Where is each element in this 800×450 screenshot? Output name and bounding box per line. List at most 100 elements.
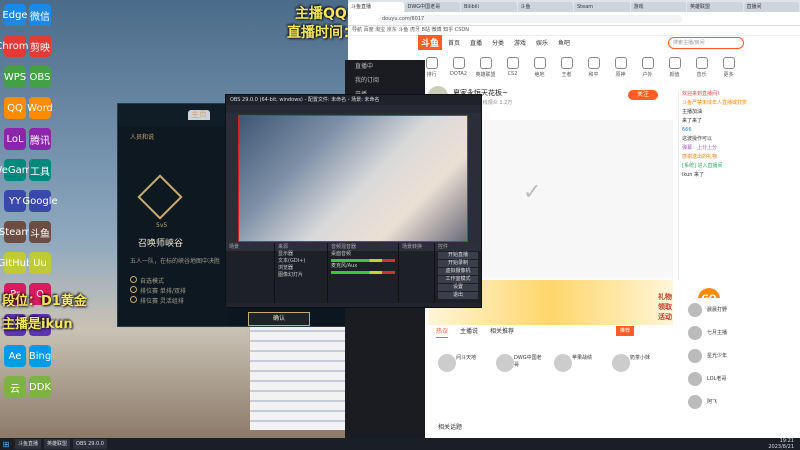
obs-source-item[interactable]: 图像幻灯片 [275, 272, 327, 279]
desktop-icon-13[interactable]: 微信 [29, 4, 51, 26]
nav-category[interactable]: 分类 [492, 38, 504, 47]
recommend-list: 晨晨打野 七月主播 星光少年 LOL老哥 阿飞 [678, 298, 800, 438]
category-item[interactable]: 更多 [715, 55, 742, 80]
browser-tab[interactable]: 斗鱼 [517, 2, 573, 12]
obs-window[interactable]: OBS 29.0.0 (64-bit, windows) - 配置文件: 未命名… [225, 94, 482, 308]
desktop-icon-2[interactable]: WPS [4, 66, 26, 88]
browser-tab[interactable]: Bilibili [461, 2, 517, 12]
desktop-icon-12[interactable]: 云 [4, 376, 26, 398]
desktop-icon-16[interactable]: Word [27, 97, 53, 119]
radio-icon [130, 276, 137, 283]
nav-fishbar[interactable]: 鱼吧 [558, 38, 570, 47]
nav-home[interactable]: 首页 [448, 38, 460, 47]
mode-title: 召唤师峡谷 [138, 239, 184, 249]
nav-game[interactable]: 游戏 [514, 38, 526, 47]
mode-option-flex[interactable]: 排位赛 灵活组排 [130, 296, 184, 305]
desktop-icon-8[interactable]: GitHub [0, 252, 32, 274]
recommend-avatar [688, 325, 702, 340]
desktop-icon-15[interactable]: OBS [29, 66, 51, 88]
nav-live[interactable]: 直播 [470, 38, 482, 47]
recommend-row[interactable]: 晨晨打野 [678, 298, 800, 321]
desktop-icon-1[interactable]: Chrome [0, 35, 35, 57]
related-card[interactable]: 苹果战绩 [552, 350, 604, 405]
category-item[interactable]: 音乐 [688, 55, 715, 80]
category-item[interactable]: 绝地 [526, 55, 553, 80]
obs-source-item[interactable]: 显示器 [275, 251, 327, 258]
desktop-icon-7[interactable]: Steam [0, 221, 31, 243]
desktop-icon-4[interactable]: LoL [4, 128, 26, 150]
category-item[interactable]: 颜值 [661, 55, 688, 80]
browser-tab[interactable]: 英雄联盟 [687, 2, 743, 12]
desktop-icon-25[interactable]: DDK [29, 376, 51, 398]
follow-button[interactable]: 关注 [628, 90, 658, 100]
taskbar-app-lol[interactable]: 英雄联盟 [44, 439, 71, 449]
obs-control-button[interactable]: 退出 [438, 292, 478, 299]
url-input[interactable]: douyu.com/6017 [378, 14, 682, 23]
category-item[interactable]: CS2 [499, 55, 526, 80]
desktop-icon-5[interactable]: WeGame [0, 159, 38, 181]
tab-streamer-say[interactable]: 主播说 [460, 326, 478, 338]
category-icon [614, 57, 627, 69]
category-item[interactable]: 英雄联盟 [472, 55, 499, 80]
mode-option-solo[interactable]: 排位赛 单排/双排 [130, 286, 186, 295]
recommend-avatar [688, 302, 702, 317]
obs-control-button[interactable]: 工作室模式 [438, 276, 478, 283]
nav-ent[interactable]: 娱乐 [536, 38, 548, 47]
obs-preview[interactable] [238, 115, 468, 242]
recommend-row[interactable]: 星光少年 [678, 344, 800, 367]
browser-tab[interactable]: 斗鱼直播 [348, 2, 404, 12]
browser-tab[interactable]: DWG中国老哥 [404, 2, 460, 12]
obs-control-button[interactable]: 开始录制 [438, 260, 478, 267]
taskbar-clock[interactable]: 19:21 2023/8/21 [768, 438, 800, 450]
tab-hot[interactable]: 热议 [436, 326, 449, 338]
lol-tab-home[interactable]: 主页 [188, 110, 210, 120]
category-item[interactable]: DOTA2 [445, 55, 472, 80]
obs-source-item[interactable]: 浏览器 [275, 265, 327, 272]
side-menu-item[interactable]: 直播中 [345, 60, 425, 74]
desktop-icon-11[interactable]: Ae [4, 345, 26, 367]
desktop-icon-0[interactable]: Edge [2, 4, 28, 26]
side-menu-item[interactable]: 我的订阅 [345, 74, 425, 88]
category-label: 更多 [723, 72, 734, 78]
desktop-icon-17[interactable]: 腾讯 [29, 128, 51, 150]
category-item[interactable]: 原神 [607, 55, 634, 80]
desktop-icon-21[interactable]: Uu [29, 252, 51, 274]
taskbar-app-obs[interactable]: OBS 29.0.0 [73, 439, 107, 449]
summoners-rift-icon[interactable] [137, 174, 183, 220]
clock-date: 2023/8/21 [768, 444, 794, 450]
recommend-row[interactable]: 七月主播 [678, 321, 800, 344]
recommend-row[interactable]: LOL老哥 [678, 367, 800, 390]
browser-tab[interactable]: Steam [574, 2, 630, 12]
recommend-row[interactable]: 阿飞 [678, 390, 800, 413]
search-input[interactable]: 搜索主播/房间 [668, 37, 744, 49]
windows-start-icon[interactable]: ⊞ [0, 438, 12, 450]
desktop-icon-18[interactable]: 工具 [29, 159, 51, 181]
lol-subtab[interactable]: 人员和说 [130, 132, 154, 141]
tab-related[interactable]: 相关推荐 [490, 326, 514, 338]
dock-mixer-title: 音频混音器 [328, 243, 398, 251]
taskbar-app-douyu[interactable]: 斗鱼直播 [15, 439, 42, 449]
obs-control-button[interactable]: 设置 [438, 284, 478, 291]
douyu-logo[interactable]: 斗鱼 [418, 35, 443, 50]
category-item[interactable]: 王者 [553, 55, 580, 80]
obs-control-button[interactable]: 开始直播 [438, 252, 478, 259]
desktop-icon-14[interactable]: 剪映 [29, 35, 51, 57]
obs-control-button[interactable]: 虚拟摄像机 [438, 268, 478, 275]
category-item[interactable]: 户外 [634, 55, 661, 80]
related-card[interactable]: DWG中国老哥 [494, 350, 546, 405]
confirm-button[interactable]: 确认 [248, 312, 310, 326]
category-label: 音乐 [696, 72, 707, 78]
obs-source-item[interactable]: 文本(GDI+) [275, 258, 327, 265]
mode-option-normal[interactable]: 自选模式 [130, 276, 164, 285]
desktop-icon-19[interactable]: Google [22, 190, 58, 212]
recommend-button[interactable]: 推荐 [616, 326, 634, 336]
desktop-icon-3[interactable]: QQ [4, 97, 26, 119]
related-card[interactable]: 问斗天地 [436, 350, 488, 405]
related-card[interactable]: 奶茶小妹 [610, 350, 662, 405]
browser-tab[interactable]: 直播间 [743, 2, 799, 12]
desktop-icon-24[interactable]: Bing [29, 345, 51, 367]
desktop-icon-20[interactable]: 斗鱼 [29, 221, 51, 243]
category-item[interactable]: 和平 [580, 55, 607, 80]
category-label: CS2 [507, 71, 518, 77]
browser-tab[interactable]: 游戏 [630, 2, 686, 12]
